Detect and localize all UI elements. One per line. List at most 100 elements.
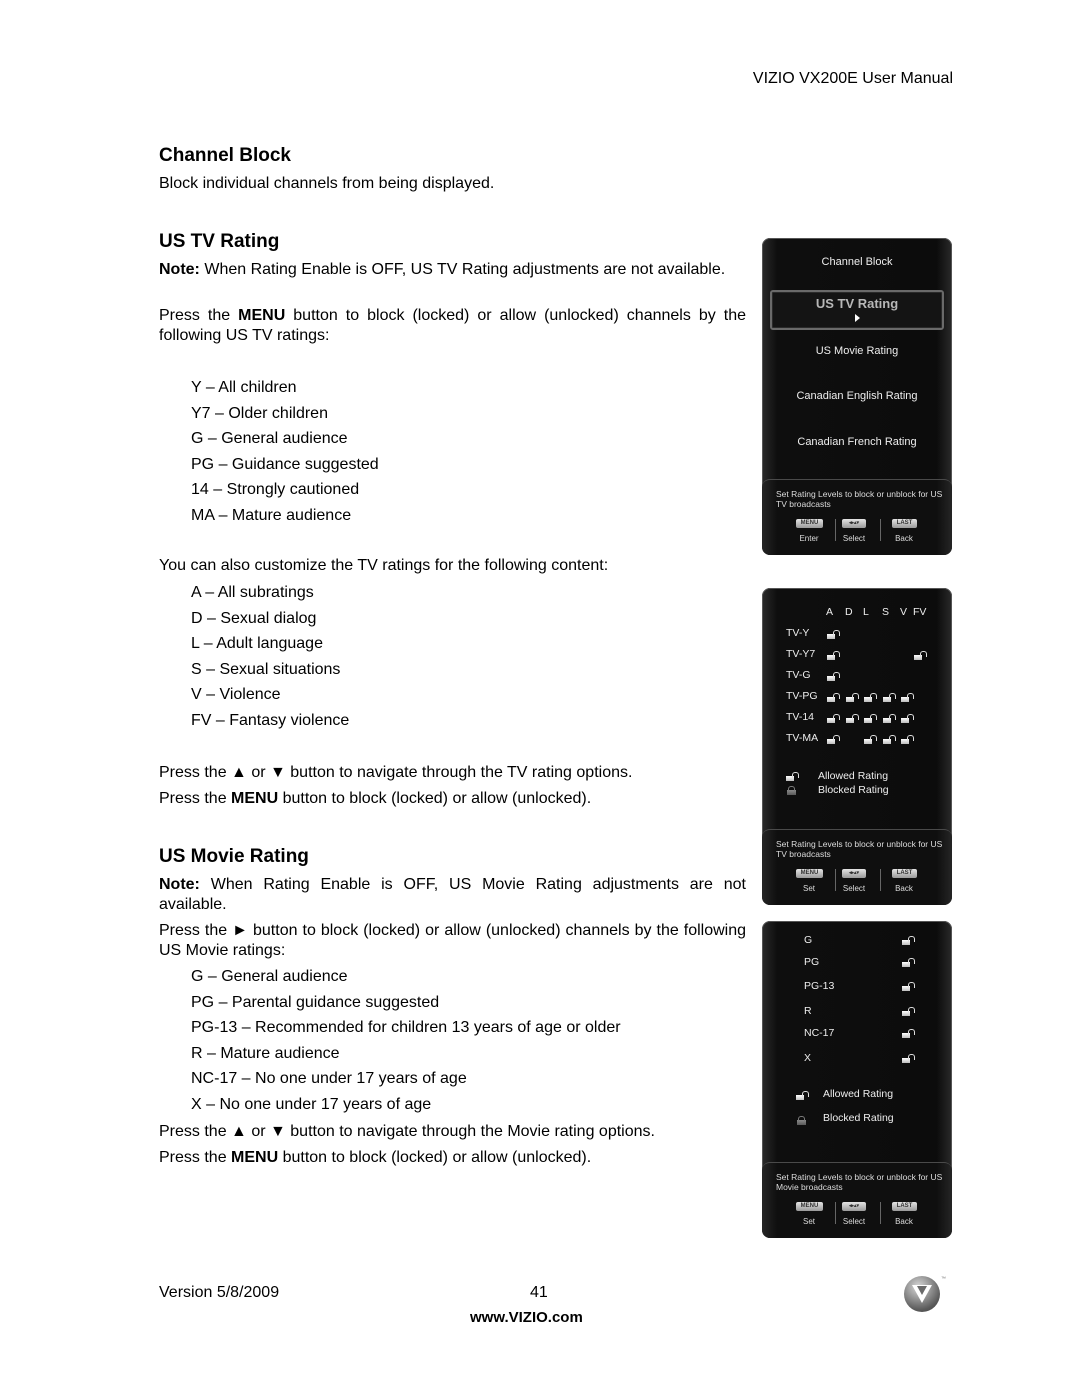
last-key-icon[interactable]: LAST [892,519,917,528]
tv-rating-row-label: TV-G [786,669,811,681]
last-key-icon[interactable]: LAST [892,869,917,878]
allowed-lock-icon[interactable] [827,735,840,744]
allowed-lock-icon[interactable] [827,651,840,660]
us-movie-rating-heading: US Movie Rating [159,846,309,867]
instr-pre: Press the [159,307,239,324]
menu-key-icon[interactable]: MENU [796,1202,823,1211]
arrow-keys-icon[interactable]: ◂▸▴▾ [842,519,866,528]
column-header-fv: FV [913,606,927,618]
allowed-lock-icon[interactable] [827,630,840,639]
movie-rating-row-label: G [804,934,813,946]
allowed-lock-icon[interactable] [883,735,896,744]
legend-allowed: Allowed Rating [818,770,889,782]
panel-footer: Set Rating Levels to block or unblock fo… [762,829,952,905]
menu-key-text: MENU [231,790,279,807]
arrow-keys-icon[interactable]: ◂▸▴▾ [842,1202,866,1211]
legend-allowed: Allowed Rating [823,1088,894,1100]
set-label: Set [802,884,815,893]
website-link[interactable]: www.VIZIO.com [470,1309,583,1326]
list-item: D – Sexual dialog [191,609,317,627]
menu-item-canadian-english-rating[interactable]: Canadian English Rating [762,390,952,402]
menu-item-us-tv-rating-selected[interactable]: US TV Rating [770,290,944,330]
tv-ratings-list: Y – All children Y7 – Older children G –… [191,377,379,530]
column-header-l: L [863,606,869,618]
set-label: Set [802,1217,815,1226]
list-item: G – General audience [191,430,348,447]
instr-post: button to block (locked) or allow (unloc… [278,1149,592,1166]
allowed-lock-icon[interactable] [902,1054,915,1063]
last-key-icon[interactable]: LAST [892,1202,917,1211]
panel-hint: Set Rating Levels to block or unblock fo… [776,839,943,859]
right-arrow-icon [855,314,860,322]
instr-pre: Press the [159,790,232,807]
allowed-lock-icon[interactable] [883,714,896,723]
allowed-lock-icon[interactable] [827,693,840,702]
allowed-lock-icon[interactable] [902,1029,915,1038]
list-item: S – Sexual situations [191,660,341,678]
menu-key-icon[interactable]: MENU [796,869,823,878]
list-item: 14 – Strongly cautioned [191,481,360,498]
menu-key-text: MENU [238,307,286,324]
column-header-s: S [882,606,890,618]
panel-buttons: MENU Enter ◂▸▴▾ Select LAST Back [762,519,952,549]
us-movie-rating-note: Note: When Rating Enable is OFF, US Movi… [159,875,746,915]
allowed-lock-icon[interactable] [914,651,927,660]
tv-rating-row-label: TV-14 [786,711,815,723]
tv-rating-grid-screenshot: A D L S V FV TV-Y TV-Y7 TV-G TV-PG TV-14 TV-MA Allo… [762,588,952,905]
allowed-lock-icon[interactable] [846,714,859,723]
allowed-lock-icon[interactable] [864,714,877,723]
allowed-lock-icon[interactable] [883,693,896,702]
arrow-keys-icon[interactable]: ◂▸▴▾ [842,869,866,878]
allowed-lock-icon[interactable] [827,714,840,723]
movie-rating-row-label: PG [804,956,820,968]
back-label: Back [895,534,913,543]
list-item: V – Violence [191,686,281,703]
allowed-lock-icon[interactable] [901,735,914,744]
allowed-lock-icon[interactable] [901,714,914,723]
tv-menu-instructions: Press the MENU button to block (locked) … [159,789,591,809]
menu-item-us-movie-rating[interactable]: US Movie Rating [762,345,952,357]
menu-key-text: MENU [231,1149,279,1166]
allowed-lock-icon[interactable] [902,1007,915,1016]
movie-rating-row-label: PG-13 [804,980,835,992]
movie-nav-instructions: Press the ▲ or ▼ button to navigate thro… [159,1123,655,1140]
allowed-lock-icon[interactable] [827,672,840,681]
list-item: PG – Parental guidance suggested [191,993,440,1011]
list-item: NC-17 – No one under 17 years of age [191,1070,467,1087]
allowed-lock-icon[interactable] [902,958,915,967]
note-label: Note: [159,876,200,893]
select-label: Select [842,884,866,893]
movie-rating-grid-screenshot: G PG PG-13 R NC-17 X Allowed Rating Blocked R… [762,921,952,1238]
us-tv-rating-heading: US TV Rating [159,231,280,252]
divider [880,1202,881,1224]
us-tv-rating-instructions: Press the MENU button to block (locked) … [159,306,746,346]
channel-block-heading: Channel Block [159,145,291,166]
content-intro: You can also customize the TV ratings fo… [159,557,609,574]
allowed-lock-icon[interactable] [901,693,914,702]
list-item: R – Mature audience [191,1044,340,1062]
vizio-logo-icon [904,1276,940,1312]
version-text: Version 5/8/2009 [159,1284,280,1301]
legend-blocked: Blocked Rating [818,784,889,796]
panel-hint: Set Rating Levels to block or unblock fo… [776,489,943,509]
movie-rating-row-label: R [804,1005,812,1017]
list-item: A – All subratings [191,584,314,601]
allowed-lock-icon[interactable] [864,693,877,702]
select-label: Select [842,1217,866,1226]
allowed-lock-icon[interactable] [864,735,877,744]
movie-ratings-list: G – General audience PG – Parental guida… [191,966,621,1119]
allowed-lock-icon[interactable] [902,982,915,991]
divider [880,519,881,541]
list-item: Y – All children [191,379,297,396]
rating-menu-screenshot: Channel Block US TV Rating US Movie Rati… [762,238,952,555]
allowed-lock-icon [786,772,799,781]
allowed-lock-icon[interactable] [902,936,915,945]
menu-item-canadian-french-rating[interactable]: Canadian French Rating [762,436,952,448]
panel-buttons: MENU Set ◂▸▴▾ Select LAST Back [762,869,952,899]
allowed-lock-icon[interactable] [846,693,859,702]
menu-item-channel-block[interactable]: Channel Block [762,256,952,268]
menu-key-icon[interactable]: MENU [796,519,823,528]
select-label: Select [842,534,866,543]
panel-hint: Set Rating Levels to block or unblock fo… [776,1172,943,1192]
trademark-mark: ™ [941,1276,946,1282]
